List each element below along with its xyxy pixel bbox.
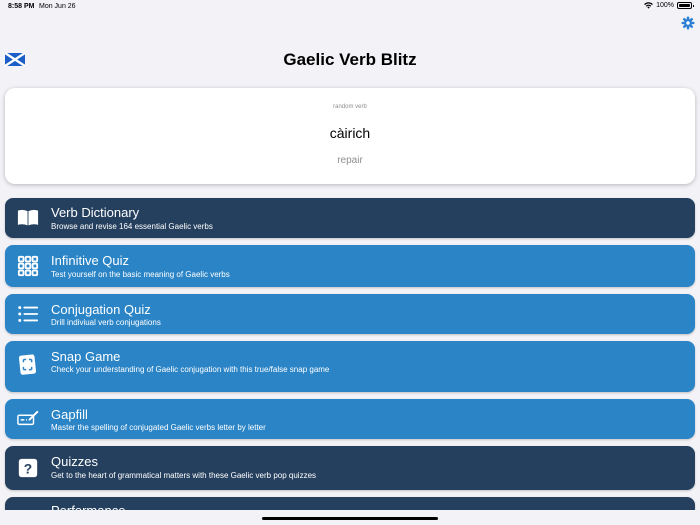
home-indicator[interactable] (262, 517, 438, 520)
menu-item-description: Master the spelling of conjugated Gaelic… (51, 423, 266, 432)
menu-item-gapfill[interactable]: Gapfill Master the spelling of conjugate… (5, 399, 695, 439)
random-verb-word: càirich (329, 125, 371, 141)
menu-item-verb-dictionary[interactable]: Verb Dictionary Browse and revise 164 es… (5, 198, 695, 238)
random-verb-meaning: repair (337, 155, 363, 166)
battery-icon (677, 2, 694, 9)
status-time: 8:58 PM (8, 3, 35, 10)
status-bar: 8:58 PM Mon Jun 26 100% (0, 0, 700, 14)
svg-text:?: ? (24, 462, 32, 477)
cards-icon (18, 354, 37, 375)
book-icon (17, 209, 39, 226)
menu-item-infinitive-quiz[interactable]: Infinitive Quiz Test yourself on the bas… (5, 245, 695, 287)
grid-icon (17, 255, 39, 277)
menu-item-title: Snap Game (51, 349, 121, 364)
status-date: Mon Jun 26 (39, 3, 76, 10)
menu-item-description: Test yourself on the basic meaning of Ga… (51, 270, 230, 279)
list-icon (18, 306, 39, 322)
menu-item-title: Infinitive Quiz (51, 253, 130, 268)
menu-item-title: Gapfill (51, 407, 88, 422)
menu-item-description: Browse and revise 164 essential Gaelic v… (51, 222, 213, 231)
random-verb-card[interactable]: random verb càirich repair (5, 88, 695, 184)
menu-item-description: Check your understanding of Gaelic conju… (51, 365, 330, 374)
menu-item-snap-game[interactable]: Snap Game Check your understanding of Ga… (5, 341, 695, 392)
menu-item-title: Quizzes (51, 454, 98, 469)
menu-item-description: Get to the heart of grammatical matters … (51, 471, 317, 480)
status-indicators: 100% (644, 2, 694, 9)
gear-icon[interactable] (681, 16, 695, 30)
wifi-icon (644, 2, 653, 9)
menu-item-quizzes[interactable]: ? Quizzes Get to the heart of grammatica… (5, 446, 695, 490)
menu-item-title: Verb Dictionary (51, 205, 140, 220)
question-icon: ? (18, 458, 38, 478)
random-verb-label: random verb (333, 104, 367, 110)
pencil-field-icon (17, 410, 39, 426)
menu-item-description: Drill indiviual verb conjugations (51, 318, 161, 327)
battery-percent: 100% (656, 2, 674, 9)
menu-item-conjugation-quiz[interactable]: Conjugation Quiz Drill indiviual verb co… (5, 294, 695, 334)
page-title: Gaelic Verb Blitz (283, 50, 417, 69)
menu-item-title: Conjugation Quiz (51, 302, 151, 317)
